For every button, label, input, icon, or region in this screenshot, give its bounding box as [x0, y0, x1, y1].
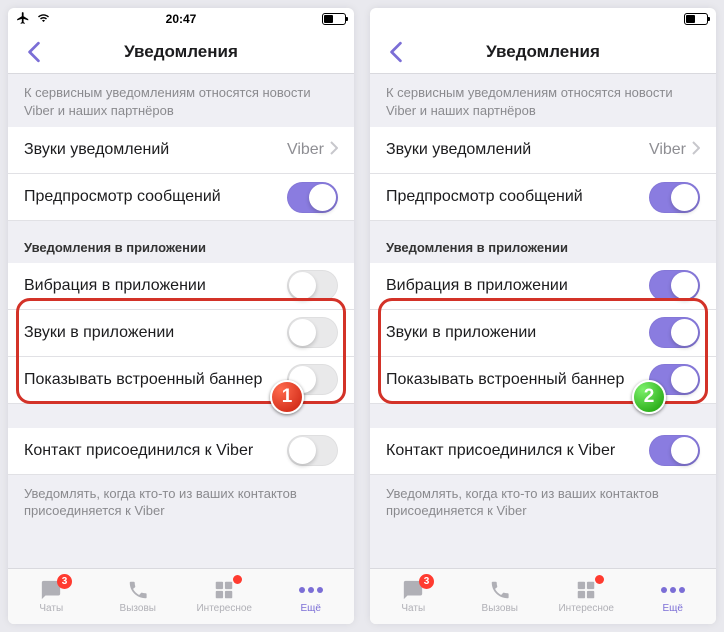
cell-sounds-inapp[interactable]: Звуки в приложении: [370, 310, 716, 357]
tab-more[interactable]: Ещё: [630, 569, 717, 624]
battery-icon: [684, 13, 708, 25]
phone-icon: [487, 579, 513, 601]
cell-label: Вибрация в приложении: [386, 277, 649, 295]
cell-label: Звуки в приложении: [24, 324, 287, 342]
airplane-icon: [16, 11, 30, 28]
section-header-inapp: Уведомления в приложении: [8, 221, 354, 263]
tab-label: Вызовы: [120, 603, 156, 614]
service-footer: К сервисным уведомлениям относятся новос…: [370, 74, 716, 127]
cell-label: Показывать встроенный баннер: [386, 371, 649, 389]
tab-label: Ещё: [301, 603, 321, 614]
cell-label: Звуки в приложении: [386, 324, 649, 342]
tab-label: Вызовы: [482, 603, 518, 614]
cell-label: Предпросмотр сообщений: [24, 188, 287, 206]
cell-value: Viber: [287, 141, 324, 159]
page-title: Уведомления: [124, 42, 238, 62]
status-bar: 20:47: [8, 8, 354, 30]
cell-label: Контакт присоединился к Viber: [24, 442, 287, 460]
tab-badge-dot: [233, 575, 242, 584]
tab-label: Интересное: [558, 603, 614, 614]
cell-vibrate-inapp[interactable]: Вибрация в приложении: [370, 263, 716, 310]
tab-label: Чаты: [401, 603, 425, 614]
chevron-right-icon: [692, 141, 700, 160]
tab-bar: Чаты 3 Вызовы Интересное Ещё: [370, 568, 716, 624]
cell-preview-messages[interactable]: Предпросмотр сообщений: [8, 174, 354, 221]
cell-label: Вибрация в приложении: [24, 277, 287, 295]
cell-label: Звуки уведомлений: [386, 141, 649, 159]
nav-bar: Уведомления: [370, 30, 716, 74]
cell-sounds-inapp[interactable]: Звуки в приложении: [8, 310, 354, 357]
cell-contact-joined[interactable]: Контакт присоединился к Viber: [370, 428, 716, 475]
cell-label: Контакт присоединился к Viber: [386, 442, 649, 460]
tab-interesting[interactable]: Интересное: [543, 569, 630, 624]
toggle-contact-joined[interactable]: [649, 435, 700, 466]
chevron-right-icon: [330, 141, 338, 160]
cell-label: Показывать встроенный баннер: [24, 371, 287, 389]
tab-interesting[interactable]: Интересное: [181, 569, 268, 624]
tab-label: Чаты: [39, 603, 63, 614]
page-title: Уведомления: [486, 42, 600, 62]
toggle-inapp-sounds[interactable]: [287, 317, 338, 348]
tab-bar: Чаты 3 Вызовы Интересное Ещё: [8, 568, 354, 624]
toggle-vibrate[interactable]: [287, 270, 338, 301]
toggle-vibrate[interactable]: [649, 270, 700, 301]
battery-icon: [322, 13, 346, 25]
tab-label: Интересное: [196, 603, 252, 614]
cell-value: Viber: [649, 141, 686, 159]
toggle-preview[interactable]: [287, 182, 338, 213]
tab-calls[interactable]: Вызовы: [457, 569, 544, 624]
nav-bar: Уведомления: [8, 30, 354, 74]
toggle-preview[interactable]: [649, 182, 700, 213]
more-icon: [660, 579, 686, 601]
toggle-inapp-sounds[interactable]: [649, 317, 700, 348]
tab-chats[interactable]: Чаты 3: [370, 569, 457, 624]
cell-label: Звуки уведомлений: [24, 141, 287, 159]
status-bar: [370, 8, 716, 30]
cell-notification-sounds[interactable]: Звуки уведомлений Viber: [8, 127, 354, 174]
cell-notification-sounds[interactable]: Звуки уведомлений Viber: [370, 127, 716, 174]
tab-badge: 3: [419, 574, 434, 589]
contact-footer: Уведомлять, когда кто-то из ваших контак…: [370, 475, 716, 528]
section-header-inapp: Уведомления в приложении: [370, 221, 716, 263]
back-button[interactable]: [14, 30, 54, 73]
cell-vibrate-inapp[interactable]: Вибрация в приложении: [8, 263, 354, 310]
tab-label: Ещё: [663, 603, 683, 614]
toggle-contact-joined[interactable]: [287, 435, 338, 466]
tab-badge: 3: [57, 574, 72, 589]
step-badge-2: 2: [632, 380, 666, 414]
status-time: 20:47: [8, 12, 354, 26]
settings-content: К сервисным уведомлениям относятся новос…: [370, 74, 716, 568]
settings-content: К сервисным уведомлениям относятся новос…: [8, 74, 354, 568]
back-button[interactable]: [376, 30, 416, 73]
service-footer: К сервисным уведомлениям относятся новос…: [8, 74, 354, 127]
phone-screen-1: 20:47 Уведомления К сервисным уведомлени…: [8, 8, 354, 624]
more-icon: [298, 579, 324, 601]
tab-more[interactable]: Ещё: [268, 569, 355, 624]
tab-badge-dot: [595, 575, 604, 584]
phone-icon: [125, 579, 151, 601]
cell-preview-messages[interactable]: Предпросмотр сообщений: [370, 174, 716, 221]
phone-screen-2: Уведомления К сервисным уведомлениям отн…: [370, 8, 716, 624]
contact-footer: Уведомлять, когда кто-то из ваших контак…: [8, 475, 354, 528]
tab-calls[interactable]: Вызовы: [95, 569, 182, 624]
wifi-icon: [36, 12, 51, 27]
cell-label: Предпросмотр сообщений: [386, 188, 649, 206]
step-badge-1: 1: [270, 380, 304, 414]
cell-contact-joined[interactable]: Контакт присоединился к Viber: [8, 428, 354, 475]
tab-chats[interactable]: Чаты 3: [8, 569, 95, 624]
